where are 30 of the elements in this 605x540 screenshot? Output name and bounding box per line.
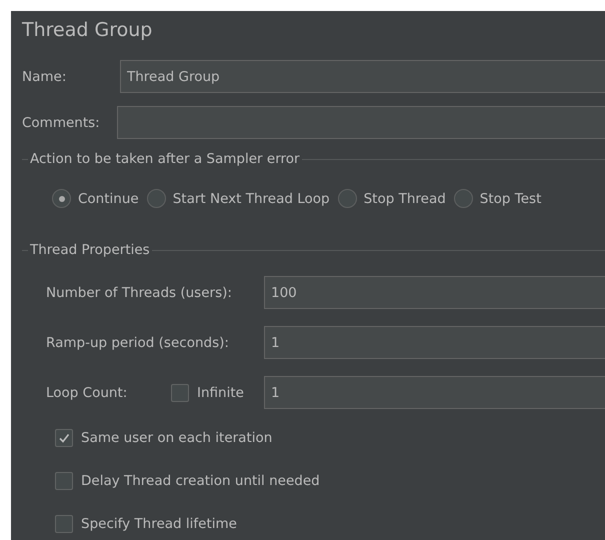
- field-label: Number of Threads (users):: [46, 284, 233, 300]
- section-legend: Action to be taken after a Sampler error: [28, 151, 302, 167]
- radio-option[interactable]: Continue: [52, 189, 139, 208]
- name-label: Name:: [22, 68, 68, 84]
- checkbox-option[interactable]: Delay Thread creation until needed: [55, 472, 605, 490]
- loop-count-field[interactable]: 1: [264, 376, 605, 409]
- comments-field[interactable]: [117, 106, 605, 139]
- radio-button[interactable]: [146, 189, 166, 208]
- number-field[interactable]: 100: [264, 276, 605, 309]
- section-legend: Thread Properties: [28, 242, 152, 258]
- radio-button[interactable]: [454, 189, 473, 208]
- infinite-option[interactable]: Infinite: [171, 384, 264, 402]
- radio-button[interactable]: [52, 189, 71, 208]
- checkbox-option[interactable]: Same user on each iteration: [55, 429, 605, 447]
- checkmark-icon: [58, 432, 70, 444]
- radio-option[interactable]: Stop Test: [454, 189, 542, 208]
- radio-option[interactable]: Start Next Thread Loop: [146, 189, 330, 208]
- checkbox[interactable]: [55, 515, 73, 533]
- checkbox-option[interactable]: Specify Thread lifetime: [55, 515, 605, 533]
- number-field[interactable]: 1: [264, 326, 605, 359]
- checkbox[interactable]: [55, 429, 73, 447]
- radio-option[interactable]: Stop Thread: [338, 189, 446, 208]
- name-field[interactable]: Thread Group: [120, 60, 605, 93]
- field-label: Ramp-up period (seconds):: [46, 334, 230, 350]
- comments-label: Comments:: [22, 114, 101, 130]
- checkbox[interactable]: [171, 384, 189, 402]
- radio-button[interactable]: [338, 189, 357, 208]
- loop-count-label: Loop Count:: [46, 384, 128, 400]
- panel-title: Thread Group: [22, 18, 154, 43]
- checkbox[interactable]: [55, 472, 73, 490]
